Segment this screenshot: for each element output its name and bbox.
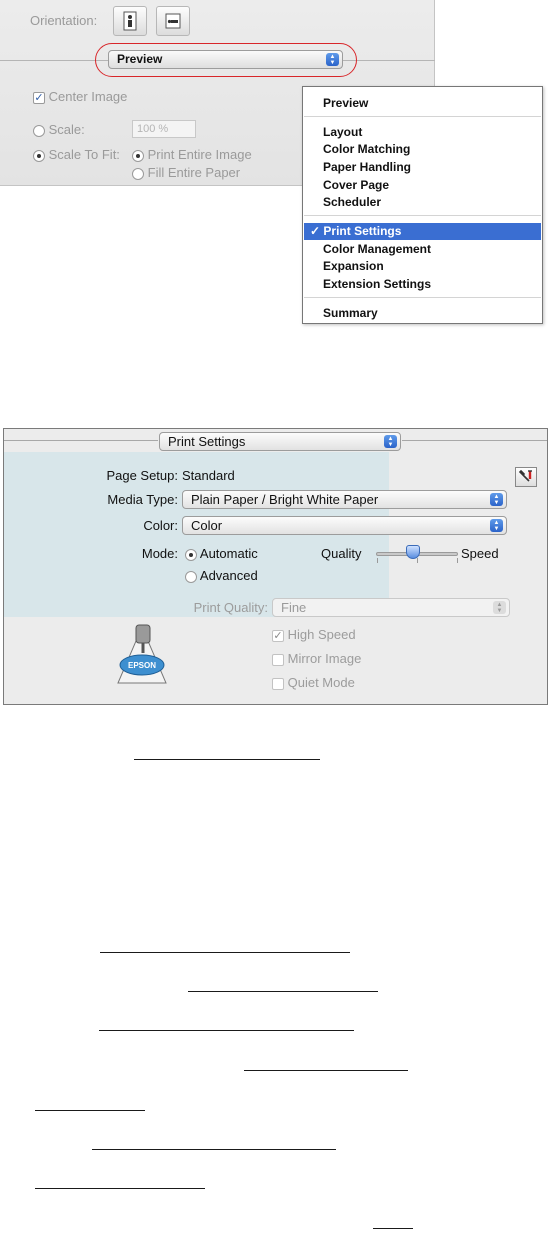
page-setup-label: Page Setup:: [106, 468, 178, 483]
menu-item-extension-settings[interactable]: Extension Settings: [323, 277, 431, 291]
print-settings-dialog: Print Settings ▲ ▼ Page Setup: Standard M…: [3, 428, 548, 705]
header-divider: [402, 440, 547, 441]
mode-advanced-radio[interactable]: [185, 570, 197, 583]
menu-item-color-matching[interactable]: Color Matching: [323, 142, 410, 156]
center-image-option[interactable]: ✓ Center Image: [33, 89, 127, 104]
mirror-image-label: Mirror Image: [287, 651, 362, 666]
mirror-image-checkbox[interactable]: [272, 653, 284, 666]
link-underline: [244, 1070, 408, 1071]
link-underline: [99, 1030, 354, 1031]
menu-separator: [304, 297, 541, 298]
speed-label: Speed: [461, 546, 499, 561]
orientation-label: Orientation:: [30, 13, 98, 28]
print-quality-label: Print Quality:: [193, 600, 268, 615]
slider-tick: [417, 558, 418, 563]
quality-label: Quality: [321, 546, 362, 561]
mirror-image-option[interactable]: Mirror Image: [272, 651, 361, 666]
link-underline: [188, 991, 378, 992]
menu-item-expansion[interactable]: Expansion: [323, 259, 384, 273]
mode-automatic-radio[interactable]: [185, 548, 197, 561]
mode-label: Mode:: [141, 546, 178, 561]
scale-label: Scale:: [48, 122, 85, 137]
color-label: Color:: [143, 518, 178, 533]
fill-entire-paper-option[interactable]: Fill Entire Paper: [132, 165, 240, 180]
mode-automatic-label: Automatic: [199, 546, 258, 561]
high-speed-option[interactable]: ✓ High Speed: [272, 627, 356, 642]
landscape-orientation-button[interactable]: [156, 6, 190, 36]
scale-to-fit-label: Scale To Fit:: [48, 147, 120, 162]
popup-arrows-icon: ▲ ▼: [384, 435, 397, 448]
print-entire-image-label: Print Entire Image: [147, 147, 252, 162]
highlight-annotation-oval: [95, 43, 357, 77]
link-underline: [134, 759, 320, 760]
menu-item-print-settings[interactable]: ✓ Print Settings: [304, 223, 541, 240]
mode-advanced-option[interactable]: Advanced: [185, 568, 258, 583]
link-underline: [92, 1149, 336, 1150]
slider-tick: [377, 558, 378, 563]
print-quality-select[interactable]: Fine ▲ ▼: [272, 598, 510, 617]
slider-tick: [457, 558, 458, 563]
pane-select-value: Print Settings: [168, 434, 246, 449]
link-underline: [100, 952, 350, 953]
pane-select-popup[interactable]: Print Settings ▲ ▼: [159, 432, 401, 451]
scale-input[interactable]: 100 %: [132, 120, 196, 138]
media-type-label: Media Type:: [107, 492, 178, 507]
center-image-checkbox[interactable]: ✓: [33, 91, 45, 104]
link-underline: [35, 1188, 205, 1189]
high-speed-label: High Speed: [287, 627, 356, 642]
scale-to-fit-option[interactable]: Scale To Fit:: [33, 147, 120, 162]
center-image-label: Center Image: [48, 89, 128, 104]
menu-item-preview[interactable]: Preview: [323, 96, 368, 110]
portrait-icon: [123, 11, 137, 31]
epson-printer-logo: EPSON: [117, 624, 167, 684]
page-setup-value: Standard: [182, 468, 235, 483]
menu-item-paper-handling[interactable]: Paper Handling: [323, 160, 411, 174]
scale-option[interactable]: Scale:: [33, 122, 85, 137]
scale-to-fit-radio[interactable]: [33, 149, 45, 162]
quiet-mode-label: Quiet Mode: [287, 675, 355, 690]
menu-item-print-settings-label: Print Settings: [323, 224, 402, 238]
epson-logo-text: EPSON: [128, 661, 156, 670]
link-underline: [373, 1228, 413, 1229]
media-type-select[interactable]: Plain Paper / Bright White Paper ▲ ▼: [182, 490, 507, 509]
pane-select-menu: Preview Layout Color Matching Paper Hand…: [302, 86, 543, 324]
popup-arrows-icon: ▲ ▼: [493, 601, 506, 614]
section-divider: [0, 60, 108, 61]
high-speed-checkbox[interactable]: ✓: [272, 629, 284, 642]
fill-entire-paper-radio[interactable]: [132, 167, 144, 180]
media-type-value: Plain Paper / Bright White Paper: [191, 492, 379, 507]
mode-advanced-label: Advanced: [199, 568, 258, 583]
menu-item-layout[interactable]: Layout: [323, 125, 362, 139]
slider-thumb[interactable]: [406, 545, 420, 559]
fill-entire-paper-label: Fill Entire Paper: [147, 165, 241, 180]
print-entire-image-option[interactable]: Print Entire Image: [132, 147, 252, 162]
mode-automatic-option[interactable]: Automatic: [185, 546, 258, 561]
menu-item-color-management[interactable]: Color Management: [323, 242, 431, 256]
quiet-mode-option[interactable]: Quiet Mode: [272, 675, 355, 690]
popup-arrows-icon: ▲ ▼: [490, 519, 503, 532]
menu-item-scheduler[interactable]: Scheduler: [323, 195, 381, 209]
menu-separator: [304, 215, 541, 216]
quiet-mode-checkbox[interactable]: [272, 677, 284, 690]
print-quality-value: Fine: [281, 600, 307, 615]
utility-button[interactable]: [515, 467, 537, 487]
menu-item-summary[interactable]: Summary: [323, 306, 378, 320]
scale-radio[interactable]: [33, 124, 45, 137]
portrait-orientation-button[interactable]: [113, 6, 147, 36]
tools-icon: [518, 469, 532, 482]
color-select[interactable]: Color ▲ ▼: [182, 516, 507, 535]
header-divider: [4, 440, 158, 441]
menu-item-cover-page[interactable]: Cover Page: [323, 178, 389, 192]
link-underline: [35, 1110, 145, 1111]
landscape-icon: [165, 13, 181, 29]
color-value: Color: [191, 518, 223, 533]
popup-arrows-icon: ▲ ▼: [490, 493, 503, 506]
menu-separator: [304, 116, 541, 117]
print-entire-image-radio[interactable]: [132, 149, 144, 162]
checkmark-icon: ✓: [310, 224, 321, 238]
